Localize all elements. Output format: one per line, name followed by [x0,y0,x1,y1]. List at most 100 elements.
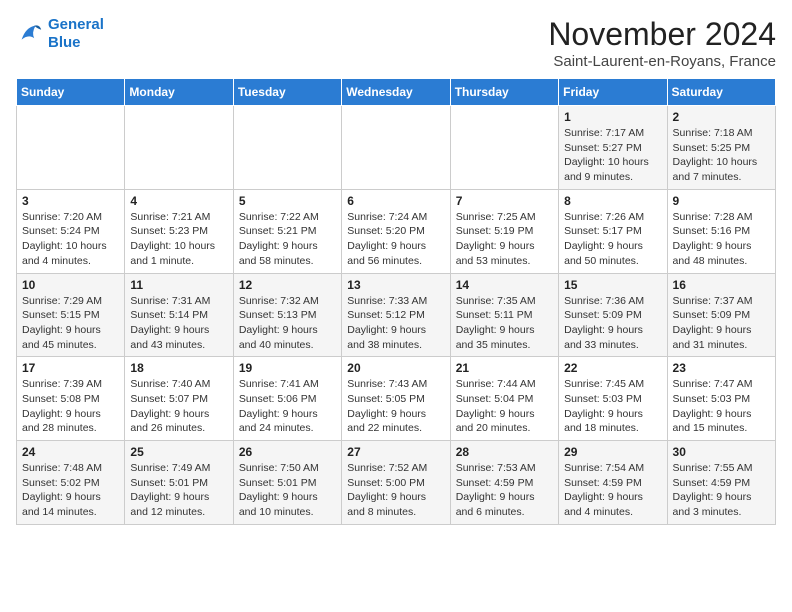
day-info: Sunrise: 7:20 AM Sunset: 5:24 PM Dayligh… [22,210,119,269]
day-info: Sunrise: 7:44 AM Sunset: 5:04 PM Dayligh… [456,377,553,436]
weekday-header: Sunday [17,79,125,106]
calendar-day-cell: 15Sunrise: 7:36 AM Sunset: 5:09 PM Dayli… [559,273,667,357]
calendar-day-cell: 6Sunrise: 7:24 AM Sunset: 5:20 PM Daylig… [342,189,450,273]
calendar-day-cell: 26Sunrise: 7:50 AM Sunset: 5:01 PM Dayli… [233,441,341,525]
day-info: Sunrise: 7:37 AM Sunset: 5:09 PM Dayligh… [673,294,770,353]
logo: General Blue [16,16,104,52]
weekday-header: Friday [559,79,667,106]
day-info: Sunrise: 7:17 AM Sunset: 5:27 PM Dayligh… [564,126,661,185]
day-info: Sunrise: 7:53 AM Sunset: 4:59 PM Dayligh… [456,461,553,520]
weekday-header: Saturday [667,79,775,106]
day-number: 23 [673,361,770,375]
calendar-day-cell: 10 Sunrise: 7:29 AM Sunset: 5:15 PM Dayli… [17,273,125,357]
calendar-day-cell: 18Sunrise: 7:40 AM Sunset: 5:07 PM Dayli… [125,357,233,441]
day-number: 3 [22,194,119,208]
day-number: 22 [564,361,661,375]
day-info: Sunrise: 7:54 AM Sunset: 4:59 PM Dayligh… [564,461,661,520]
day-number: 11 [130,278,227,292]
day-number: 14 [456,278,553,292]
day-info: Sunrise: 7:45 AM Sunset: 5:03 PM Dayligh… [564,377,661,436]
day-info: Sunrise: 7:28 AM Sunset: 5:16 PM Dayligh… [673,210,770,269]
calendar-day-cell: 5 Sunrise: 7:22 AM Sunset: 5:21 PM Daylig… [233,189,341,273]
day-number: 1 [564,110,661,124]
logo-bird-icon [16,20,44,48]
title-block: November 2024 Saint-Laurent-en-Royans, F… [548,16,776,70]
day-info: Sunrise: 7:41 AM Sunset: 5:06 PM Dayligh… [239,377,336,436]
calendar-week-row: 3 Sunrise: 7:20 AM Sunset: 5:24 PM Daylig… [17,189,776,273]
day-info: Sunrise: 7:25 AM Sunset: 5:19 PM Dayligh… [456,210,553,269]
calendar-day-cell: 13 Sunrise: 7:33 AM Sunset: 5:12 PM Dayli… [342,273,450,357]
weekday-header: Tuesday [233,79,341,106]
day-info: Sunrise: 7:48 AM Sunset: 5:02 PM Dayligh… [22,461,119,520]
day-info: Sunrise: 7:39 AM Sunset: 5:08 PM Dayligh… [22,377,119,436]
calendar-day-cell: 24 Sunrise: 7:48 AM Sunset: 5:02 PM Dayli… [17,441,125,525]
logo-text: General Blue [48,16,104,52]
calendar-day-cell: 4Sunrise: 7:21 AM Sunset: 5:23 PM Daylig… [125,189,233,273]
calendar-day-cell: 19 Sunrise: 7:41 AM Sunset: 5:06 PM Dayli… [233,357,341,441]
day-info: Sunrise: 7:49 AM Sunset: 5:01 PM Dayligh… [130,461,227,520]
calendar-week-row: 24 Sunrise: 7:48 AM Sunset: 5:02 PM Dayli… [17,441,776,525]
day-info: Sunrise: 7:26 AM Sunset: 5:17 PM Dayligh… [564,210,661,269]
calendar-day-cell: 12Sunrise: 7:32 AM Sunset: 5:13 PM Dayli… [233,273,341,357]
day-number: 16 [673,278,770,292]
calendar-day-cell: 28Sunrise: 7:53 AM Sunset: 4:59 PM Dayli… [450,441,558,525]
calendar-header-row: SundayMondayTuesdayWednesdayThursdayFrid… [17,79,776,106]
weekday-header: Monday [125,79,233,106]
day-number: 24 [22,445,119,459]
calendar-day-cell: 29 Sunrise: 7:54 AM Sunset: 4:59 PM Dayli… [559,441,667,525]
calendar-table: SundayMondayTuesdayWednesdayThursdayFrid… [16,78,776,525]
day-number: 18 [130,361,227,375]
day-number: 30 [673,445,770,459]
day-number: 12 [239,278,336,292]
calendar-day-cell: 8 Sunrise: 7:26 AM Sunset: 5:17 PM Daylig… [559,189,667,273]
day-info: Sunrise: 7:29 AM Sunset: 5:15 PM Dayligh… [22,294,119,353]
day-number: 21 [456,361,553,375]
calendar-day-cell: 25 Sunrise: 7:49 AM Sunset: 5:01 PM Dayli… [125,441,233,525]
page-header: General Blue November 2024 Saint-Laurent… [16,16,776,70]
day-number: 6 [347,194,444,208]
day-number: 9 [673,194,770,208]
calendar-day-cell [17,106,125,190]
day-info: Sunrise: 7:52 AM Sunset: 5:00 PM Dayligh… [347,461,444,520]
logo-line2: Blue [48,34,81,51]
page-title: November 2024 [548,16,776,53]
calendar-week-row: 1 Sunrise: 7:17 AM Sunset: 5:27 PM Daylig… [17,106,776,190]
day-info: Sunrise: 7:31 AM Sunset: 5:14 PM Dayligh… [130,294,227,353]
day-number: 8 [564,194,661,208]
calendar-week-row: 17 Sunrise: 7:39 AM Sunset: 5:08 PM Dayli… [17,357,776,441]
calendar-day-cell: 1 Sunrise: 7:17 AM Sunset: 5:27 PM Daylig… [559,106,667,190]
day-info: Sunrise: 7:18 AM Sunset: 5:25 PM Dayligh… [673,126,770,185]
calendar-day-cell [450,106,558,190]
day-number: 7 [456,194,553,208]
day-number: 10 [22,278,119,292]
calendar-day-cell [233,106,341,190]
day-info: Sunrise: 7:36 AM Sunset: 5:09 PM Dayligh… [564,294,661,353]
calendar-day-cell: 20Sunrise: 7:43 AM Sunset: 5:05 PM Dayli… [342,357,450,441]
page-subtitle: Saint-Laurent-en-Royans, France [548,53,776,70]
calendar-day-cell: 14Sunrise: 7:35 AM Sunset: 5:11 PM Dayli… [450,273,558,357]
logo-line1: General [48,16,104,33]
calendar-day-cell [342,106,450,190]
day-info: Sunrise: 7:47 AM Sunset: 5:03 PM Dayligh… [673,377,770,436]
calendar-day-cell: 21 Sunrise: 7:44 AM Sunset: 5:04 PM Dayli… [450,357,558,441]
day-number: 29 [564,445,661,459]
day-number: 19 [239,361,336,375]
day-number: 17 [22,361,119,375]
day-number: 27 [347,445,444,459]
day-info: Sunrise: 7:50 AM Sunset: 5:01 PM Dayligh… [239,461,336,520]
day-number: 20 [347,361,444,375]
calendar-day-cell: 7 Sunrise: 7:25 AM Sunset: 5:19 PM Daylig… [450,189,558,273]
calendar-day-cell: 27 Sunrise: 7:52 AM Sunset: 5:00 PM Dayli… [342,441,450,525]
calendar-week-row: 10 Sunrise: 7:29 AM Sunset: 5:15 PM Dayli… [17,273,776,357]
calendar-day-cell: 9 Sunrise: 7:28 AM Sunset: 5:16 PM Daylig… [667,189,775,273]
day-info: Sunrise: 7:33 AM Sunset: 5:12 PM Dayligh… [347,294,444,353]
calendar-day-cell: 16 Sunrise: 7:37 AM Sunset: 5:09 PM Dayli… [667,273,775,357]
day-number: 25 [130,445,227,459]
day-number: 5 [239,194,336,208]
day-number: 4 [130,194,227,208]
calendar-day-cell: 30Sunrise: 7:55 AM Sunset: 4:59 PM Dayli… [667,441,775,525]
day-number: 13 [347,278,444,292]
day-info: Sunrise: 7:22 AM Sunset: 5:21 PM Dayligh… [239,210,336,269]
calendar-day-cell: 3 Sunrise: 7:20 AM Sunset: 5:24 PM Daylig… [17,189,125,273]
calendar-day-cell: 17 Sunrise: 7:39 AM Sunset: 5:08 PM Dayli… [17,357,125,441]
